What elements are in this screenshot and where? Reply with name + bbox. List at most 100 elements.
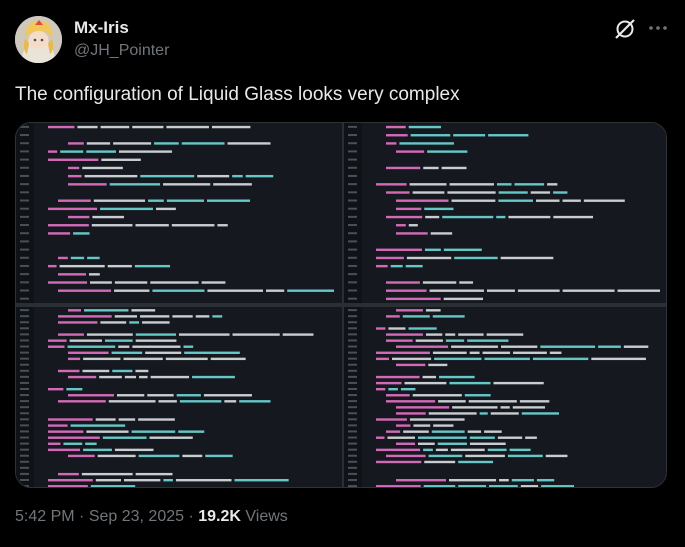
code-token <box>408 327 437 330</box>
code-token <box>58 315 112 318</box>
code-token <box>386 430 401 433</box>
code-token <box>58 273 86 276</box>
code-token <box>402 315 430 318</box>
code-pane <box>344 123 666 303</box>
line-number-mark <box>348 215 357 218</box>
code-token <box>213 183 252 186</box>
code-token <box>562 199 581 202</box>
line-number-mark <box>20 281 29 284</box>
line-number-mark <box>348 485 357 487</box>
code-token <box>396 224 406 227</box>
line-number-mark <box>20 297 29 300</box>
code-token <box>469 436 495 439</box>
line-number-mark <box>20 351 29 354</box>
code-token <box>109 183 161 186</box>
code-token <box>428 412 477 415</box>
code-token <box>396 424 411 427</box>
code-screenshot-image <box>16 123 666 487</box>
code-token <box>540 345 596 348</box>
code-token <box>497 436 523 439</box>
code-token <box>532 357 589 361</box>
line-number-mark <box>348 191 357 194</box>
line-number-mark <box>348 381 357 384</box>
code-token <box>519 400 550 403</box>
line-number-mark <box>20 472 29 475</box>
line-number-mark <box>348 466 357 469</box>
code-token <box>90 485 136 487</box>
code-token <box>48 478 93 482</box>
line-number-mark <box>348 309 357 312</box>
author-display-name[interactable]: Mx-Iris <box>74 18 129 38</box>
code-token <box>520 485 539 487</box>
code-token <box>100 125 130 129</box>
code-token <box>48 158 99 161</box>
code-token <box>48 442 61 445</box>
line-number-mark <box>20 207 29 210</box>
line-number-mark <box>20 436 29 439</box>
code-token <box>172 315 193 318</box>
code-token <box>423 166 439 170</box>
line-number-mark <box>348 240 357 243</box>
author-handle[interactable]: @JH_Pointer <box>74 42 169 60</box>
line-number-mark <box>20 424 29 427</box>
line-number-mark <box>20 430 29 433</box>
code-token <box>431 430 465 433</box>
code-token <box>100 207 153 211</box>
tweet-time[interactable]: 5:42 PM <box>15 508 75 525</box>
code-token <box>114 315 138 318</box>
line-number-mark <box>20 363 29 366</box>
code-token <box>68 394 114 397</box>
code-token <box>58 333 84 336</box>
code-token <box>77 125 98 129</box>
code-token <box>409 183 447 186</box>
code-token <box>512 406 545 409</box>
code-token <box>387 436 416 439</box>
code-token <box>154 142 179 145</box>
code-token <box>469 442 506 445</box>
code-token <box>166 125 209 129</box>
code-token <box>451 345 498 348</box>
code-token <box>376 375 420 379</box>
code-token <box>449 381 491 385</box>
code-token <box>487 448 507 452</box>
code-token <box>500 256 554 260</box>
line-number-mark <box>348 333 357 336</box>
views-count[interactable]: 19.2K <box>198 508 241 525</box>
code-token <box>386 394 410 397</box>
line-number-mark <box>348 125 357 128</box>
code-token <box>388 387 398 391</box>
tweet-date[interactable]: Sep 23, 2025 <box>89 508 184 525</box>
line-number-mark <box>20 442 29 445</box>
line-number-mark <box>20 327 29 330</box>
line-number-mark <box>348 375 357 378</box>
code-token <box>227 142 271 145</box>
code-token <box>490 412 519 415</box>
avatar-image <box>15 16 62 63</box>
line-number-mark <box>20 381 29 384</box>
more-icon[interactable] <box>644 14 672 42</box>
code-token <box>48 448 81 452</box>
line-number-mark <box>348 418 357 421</box>
code-token <box>376 381 402 385</box>
tweet-media-image[interactable] <box>15 122 667 488</box>
code-token <box>206 199 251 202</box>
code-token <box>245 174 274 178</box>
grok-icon[interactable] <box>612 16 638 42</box>
code-token <box>132 345 181 348</box>
code-token <box>138 418 175 421</box>
code-token <box>484 430 502 433</box>
views-label: Views <box>240 508 288 525</box>
line-number-mark <box>20 418 29 421</box>
code-token <box>139 375 148 379</box>
code-token <box>201 281 226 284</box>
code-token <box>386 339 413 342</box>
code-token <box>95 478 122 482</box>
code-token <box>425 309 441 312</box>
code-token <box>171 224 215 227</box>
code-token <box>166 199 204 202</box>
avatar[interactable] <box>15 16 62 63</box>
code-token <box>145 351 182 354</box>
code-token <box>396 406 450 409</box>
code-token <box>234 478 289 482</box>
line-number-mark <box>348 424 357 427</box>
